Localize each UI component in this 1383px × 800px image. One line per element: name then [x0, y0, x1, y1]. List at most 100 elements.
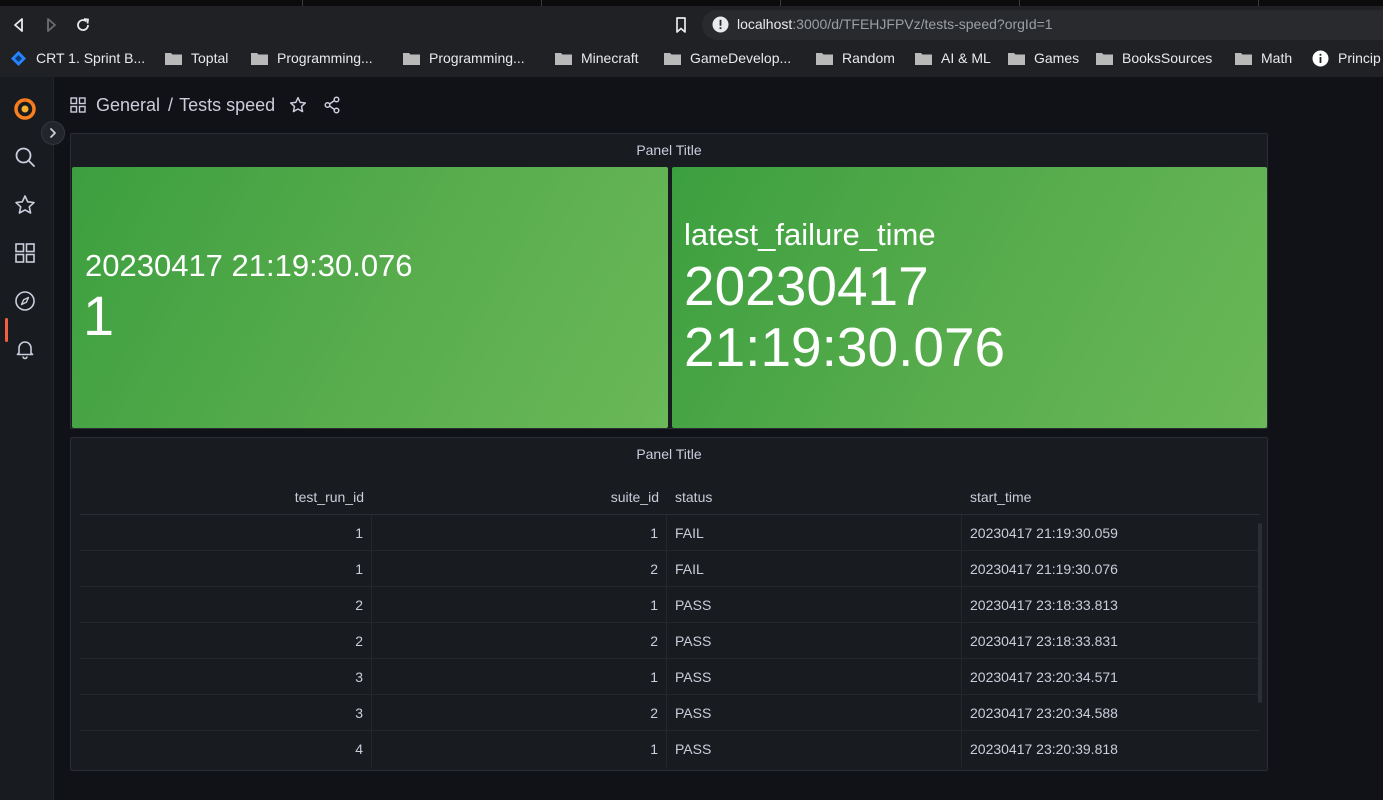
chevron-right-icon [50, 128, 56, 138]
bookmark-folder[interactable]: GameDevelop... [664, 48, 791, 68]
bookmark-folder[interactable]: Minecraft [555, 48, 639, 68]
column-header-test-run-id[interactable]: test_run_id [80, 479, 372, 515]
table-cell: 20230417 23:18:33.813 [970, 597, 1118, 613]
site-info-icon[interactable] [712, 16, 729, 33]
table-cell: 20230417 23:20:34.571 [970, 669, 1118, 685]
table-cell: 3 [80, 659, 372, 695]
bookmark-folder[interactable]: AI & ML [915, 48, 991, 68]
table-row: 4 1 PASS 20230417 23:20:39.818 [80, 731, 1260, 767]
folder-icon [555, 52, 572, 65]
table-cell: 1 [372, 587, 667, 623]
dashboards-icon[interactable] [13, 241, 37, 265]
bookmark-page-icon[interactable] [672, 16, 690, 34]
grafana-sidebar [0, 77, 54, 800]
info-icon [1312, 50, 1329, 66]
grafana-logo-icon[interactable] [13, 97, 37, 121]
table-cell: PASS [667, 623, 962, 659]
folder-icon [1235, 52, 1252, 65]
stat-value-line: 21:19:30.076 [684, 316, 1006, 378]
bookmark-folder[interactable]: Games [1008, 48, 1079, 68]
table-cell: 2 [372, 623, 667, 659]
starred-icon[interactable] [13, 193, 37, 217]
column-header-suite-id[interactable]: suite_id [372, 479, 667, 515]
breadcrumb-folder[interactable]: General [96, 95, 160, 116]
stat-title: latest_failure_time [684, 217, 936, 252]
bookmarks-bar: CRT 1. Sprint B... Toptal Programming...… [0, 44, 1383, 72]
table-cell: 2 [80, 623, 372, 659]
dashboard-title[interactable]: Tests speed [179, 95, 275, 116]
alerting-bell-icon[interactable] [13, 337, 37, 361]
table-panel[interactable]: Panel Title test_run_id suite_id status … [70, 437, 1268, 771]
table-row: 2 1 PASS 20230417 23:18:33.813 [80, 587, 1260, 623]
table-cell: 20230417 21:19:30.059 [970, 525, 1118, 541]
table-cell: FAIL [667, 551, 962, 587]
expand-sidebar-button[interactable] [41, 121, 65, 145]
bookmark-folder[interactable]: Toptal [165, 48, 228, 68]
bookmark-item[interactable]: Princip [1312, 48, 1381, 68]
table-cell: 1 [80, 551, 372, 587]
table-cell: PASS [667, 587, 962, 623]
stat-panel[interactable]: Panel Title 20230417 21:19:30.076 1 late… [70, 133, 1268, 429]
active-indicator [5, 318, 8, 342]
dashboard-grid-icon [70, 97, 86, 113]
folder-icon [251, 52, 268, 65]
table-cell: 1 [372, 515, 667, 551]
folder-icon [664, 52, 681, 65]
star-dashboard-button[interactable] [287, 94, 309, 116]
breadcrumb-separator: / [168, 94, 174, 115]
bookmark-folder[interactable]: Random [816, 48, 895, 68]
column-header-start-time[interactable]: start_time [962, 479, 1260, 515]
panel-title[interactable]: Panel Title [71, 446, 1267, 462]
stat-value: 20230417 21:19:30.076 [684, 256, 1244, 378]
folder-icon [1008, 52, 1025, 65]
table-cell: 3 [80, 695, 372, 731]
table-row: 3 2 PASS 20230417 23:20:34.588 [80, 695, 1260, 731]
bookmark-folder[interactable]: Math [1235, 48, 1292, 68]
share-icon [324, 96, 340, 114]
table-cell: 2 [80, 587, 372, 623]
stat-value: 1 [83, 284, 115, 347]
forward-icon[interactable] [40, 14, 62, 36]
reload-icon[interactable] [72, 14, 94, 36]
table-row: 3 1 PASS 20230417 23:20:34.571 [80, 659, 1260, 695]
bookmark-item[interactable]: CRT 1. Sprint B... [10, 48, 145, 68]
table-cell: 20230417 23:20:34.588 [970, 705, 1118, 721]
table-row: 1 2 FAIL 20230417 21:19:30.076 [80, 551, 1260, 587]
table-cell: 1 [80, 515, 372, 551]
table-scrollbar[interactable] [1258, 523, 1262, 703]
column-header-status[interactable]: status [667, 479, 962, 515]
stat-box: 20230417 21:19:30.076 1 [72, 167, 668, 428]
bookmark-folder[interactable]: Programming... [251, 48, 373, 68]
table-cell: PASS [667, 659, 962, 695]
stat-title: 20230417 21:19:30.076 [85, 248, 413, 283]
folder-icon [403, 52, 420, 65]
folder-icon [816, 52, 833, 65]
table-cell: 4 [80, 731, 372, 767]
bookmark-folder[interactable]: BooksSources [1096, 48, 1212, 68]
breadcrumb: General / Tests speed [70, 92, 343, 118]
share-dashboard-button[interactable] [321, 94, 343, 116]
table-cell: 2 [372, 695, 667, 731]
jira-icon [10, 50, 27, 66]
folder-icon [1096, 52, 1113, 65]
bookmark-folder[interactable]: Programming... [403, 48, 525, 68]
table-cell: 2 [372, 551, 667, 587]
table-cell: 20230417 21:19:30.076 [970, 561, 1118, 577]
star-icon [290, 96, 307, 113]
folder-icon [915, 52, 932, 65]
search-icon[interactable] [13, 145, 37, 169]
table-row: 2 2 PASS 20230417 23:18:33.831 [80, 623, 1260, 659]
table-cell: FAIL [667, 515, 962, 551]
stat-box: latest_failure_time 20230417 21:19:30.07… [672, 167, 1267, 428]
table-cell: 1 [372, 731, 667, 767]
navigation-bar: localhost:3000/d/TFEHJFPVz/tests-speed?o… [0, 6, 1383, 44]
table-cell: 1 [372, 659, 667, 695]
back-icon[interactable] [8, 14, 30, 36]
address-bar[interactable]: localhost:3000/d/TFEHJFPVz/tests-speed?o… [702, 10, 1383, 40]
explore-icon[interactable] [13, 289, 37, 313]
url-text[interactable]: localhost:3000/d/TFEHJFPVz/tests-speed?o… [737, 16, 1053, 32]
table-cell: 20230417 23:18:33.831 [970, 633, 1118, 649]
panel-title[interactable]: Panel Title [71, 142, 1267, 158]
table-header: test_run_id suite_id status start_time [80, 479, 1260, 515]
table-cell: 20230417 23:20:39.818 [970, 741, 1118, 757]
